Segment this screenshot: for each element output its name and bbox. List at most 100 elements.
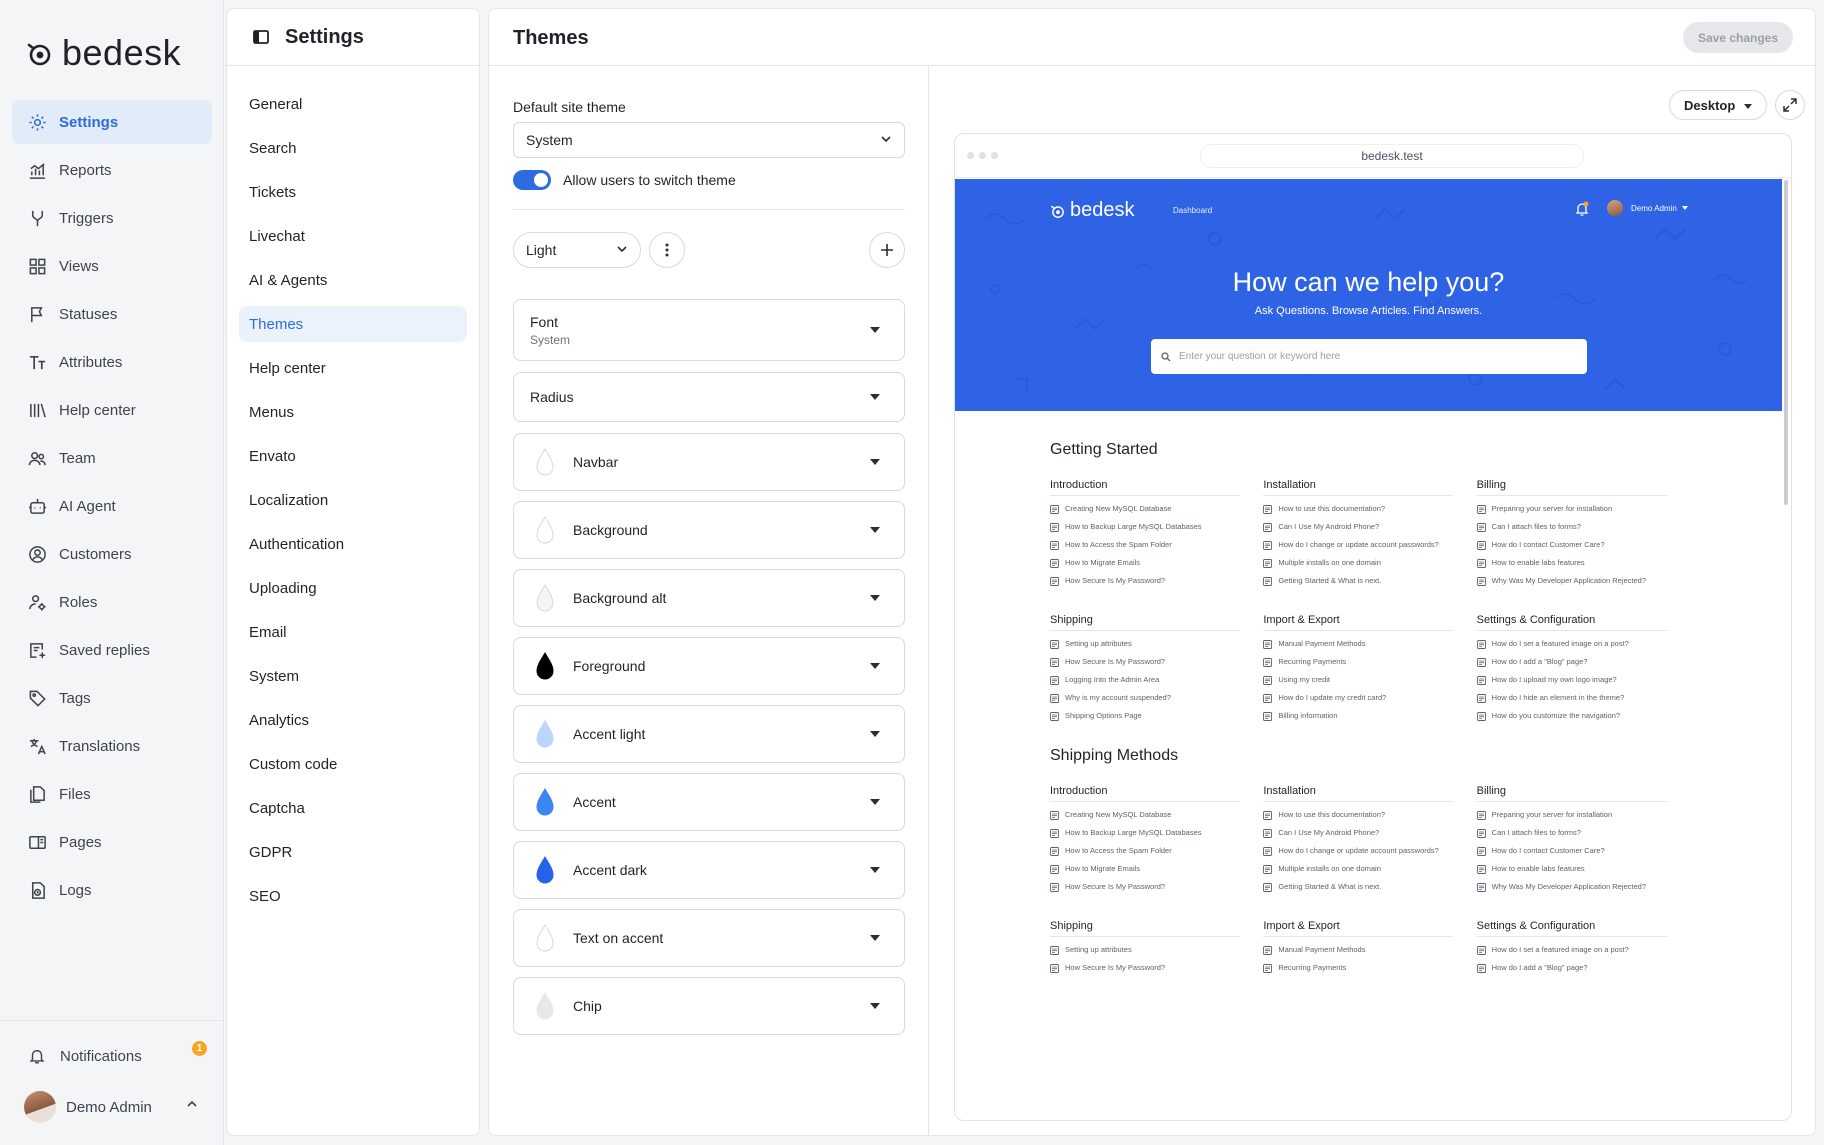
kb-article-link[interactable]: How to Access the Spam Folder bbox=[1050, 846, 1240, 856]
settings-item-authentication[interactable]: Authentication bbox=[239, 526, 467, 562]
settings-item-gdpr[interactable]: GDPR bbox=[239, 834, 467, 870]
nav-item-settings[interactable]: Settings bbox=[12, 100, 212, 144]
kb-article-link[interactable]: Preparing your server for installation bbox=[1476, 504, 1667, 514]
kb-article-link[interactable]: How do I update my credit card? bbox=[1263, 693, 1453, 703]
kb-article-link[interactable]: Multiple installs on one domain bbox=[1263, 558, 1453, 568]
settings-item-analytics[interactable]: Analytics bbox=[239, 702, 467, 738]
kb-article-link[interactable]: Can I Use My Android Phone? bbox=[1263, 828, 1453, 838]
settings-item-uploading[interactable]: Uploading bbox=[239, 570, 467, 606]
font-accordion[interactable]: Font System bbox=[513, 299, 905, 361]
kb-article-link[interactable]: How to enable labs features bbox=[1476, 558, 1667, 568]
kb-article-link[interactable]: How do I contact Customer Care? bbox=[1476, 540, 1667, 550]
kb-article-link[interactable]: Can I attach files to forms? bbox=[1476, 828, 1667, 838]
settings-item-seo[interactable]: SEO bbox=[239, 878, 467, 914]
kb-article-link[interactable]: Why Was My Developer Application Rejecte… bbox=[1476, 576, 1667, 586]
kb-article-link[interactable]: How Secure Is My Password? bbox=[1050, 882, 1240, 892]
save-changes-button[interactable]: Save changes bbox=[1683, 22, 1793, 53]
kb-article-link[interactable]: How do I add a "Blog" page? bbox=[1476, 963, 1667, 973]
kb-article-link[interactable]: Using my credit bbox=[1263, 675, 1453, 685]
kb-article-link[interactable]: Setting up attributes bbox=[1050, 639, 1240, 649]
kb-article-link[interactable]: How to Access the Spam Folder bbox=[1050, 540, 1240, 550]
kb-article-link[interactable]: Shipping Options Page bbox=[1050, 711, 1240, 721]
settings-item-localization[interactable]: Localization bbox=[239, 482, 467, 518]
sidebar-toggle-icon[interactable] bbox=[253, 30, 269, 44]
nav-item-tags[interactable]: Tags bbox=[12, 676, 212, 720]
settings-item-themes[interactable]: Themes bbox=[239, 306, 467, 342]
nav-item-reports[interactable]: Reports bbox=[12, 148, 212, 192]
kb-article-link[interactable]: Getting Started & What is next. bbox=[1263, 882, 1453, 892]
color-accordion-chip[interactable]: Chip bbox=[513, 977, 905, 1035]
kb-article-link[interactable]: How to use this documentation? bbox=[1263, 810, 1453, 820]
nav-item-team[interactable]: Team bbox=[12, 436, 212, 480]
kb-article-link[interactable]: How Secure Is My Password? bbox=[1050, 657, 1240, 667]
kb-article-link[interactable]: Preparing your server for installation bbox=[1476, 810, 1667, 820]
kb-article-link[interactable]: How do I hide an element in the theme? bbox=[1476, 693, 1667, 703]
nav-item-customers[interactable]: Customers bbox=[12, 532, 212, 576]
color-accordion-accent[interactable]: Accent bbox=[513, 773, 905, 831]
kb-article-link[interactable]: How do I contact Customer Care? bbox=[1476, 846, 1667, 856]
theme-options-button[interactable] bbox=[649, 232, 685, 268]
color-accordion-foreground[interactable]: Foreground bbox=[513, 637, 905, 695]
settings-item-tickets[interactable]: Tickets bbox=[239, 174, 467, 210]
settings-item-search[interactable]: Search bbox=[239, 130, 467, 166]
kb-article-link[interactable]: How do I upload my own logo image? bbox=[1476, 675, 1667, 685]
kb-article-link[interactable]: How do I set a featured image on a post? bbox=[1476, 639, 1667, 649]
kb-article-link[interactable]: Creating New MySQL Database bbox=[1050, 810, 1240, 820]
color-accordion-text-on-accent[interactable]: Text on accent bbox=[513, 909, 905, 967]
settings-item-livechat[interactable]: Livechat bbox=[239, 218, 467, 254]
kb-article-link[interactable]: Can I attach files to forms? bbox=[1476, 522, 1667, 532]
kb-article-link[interactable]: Recurring Payments bbox=[1263, 963, 1453, 973]
radius-accordion[interactable]: Radius bbox=[513, 372, 905, 422]
kb-article-link[interactable]: Manual Payment Methods bbox=[1263, 639, 1453, 649]
chevron-up-icon[interactable] bbox=[186, 1100, 198, 1108]
kb-article-link[interactable]: How to Backup Large MySQL Databases bbox=[1050, 522, 1240, 532]
kb-article-link[interactable]: Billing information bbox=[1263, 711, 1453, 721]
default-theme-select[interactable]: System bbox=[513, 122, 905, 158]
settings-item-general[interactable]: General bbox=[239, 86, 467, 122]
notifications-button[interactable]: Notifications bbox=[28, 1047, 142, 1065]
color-accordion-accent-light[interactable]: Accent light bbox=[513, 705, 905, 763]
kb-article-link[interactable]: Setting up attributes bbox=[1050, 945, 1240, 955]
kb-article-link[interactable]: Multiple installs on one domain bbox=[1263, 864, 1453, 874]
fullscreen-button[interactable] bbox=[1775, 90, 1805, 120]
color-accordion-navbar[interactable]: Navbar bbox=[513, 433, 905, 491]
settings-item-ai-agents[interactable]: AI & Agents bbox=[239, 262, 467, 298]
kb-article-link[interactable]: How to use this documentation? bbox=[1263, 504, 1453, 514]
kb-article-link[interactable]: How Secure Is My Password? bbox=[1050, 576, 1240, 586]
kb-article-link[interactable]: Why Was My Developer Application Rejecte… bbox=[1476, 882, 1667, 892]
brand-logo[interactable]: bedesk bbox=[26, 32, 181, 74]
kb-article-link[interactable]: How do I change or update account passwo… bbox=[1263, 540, 1453, 550]
kb-article-link[interactable]: How do I change or update account passwo… bbox=[1263, 846, 1453, 856]
kb-article-link[interactable]: How to Backup Large MySQL Databases bbox=[1050, 828, 1240, 838]
nav-item-pages[interactable]: Pages bbox=[12, 820, 212, 864]
color-accordion-background-alt[interactable]: Background alt bbox=[513, 569, 905, 627]
kb-article-link[interactable]: Logging Into the Admin Area bbox=[1050, 675, 1240, 685]
kb-article-link[interactable]: Creating New MySQL Database bbox=[1050, 504, 1240, 514]
device-select[interactable]: Desktop bbox=[1669, 90, 1767, 120]
nav-item-views[interactable]: Views bbox=[12, 244, 212, 288]
settings-item-custom-code[interactable]: Custom code bbox=[239, 746, 467, 782]
settings-item-system[interactable]: System bbox=[239, 658, 467, 694]
allow-switch-toggle[interactable] bbox=[513, 170, 551, 190]
kb-article-link[interactable]: Why is my account suspended? bbox=[1050, 693, 1240, 703]
settings-item-help-center[interactable]: Help center bbox=[239, 350, 467, 386]
nav-item-translations[interactable]: Translations bbox=[12, 724, 212, 768]
settings-item-envato[interactable]: Envato bbox=[239, 438, 467, 474]
kb-article-link[interactable]: How do you customize the navigation? bbox=[1476, 711, 1667, 721]
add-theme-button[interactable] bbox=[869, 232, 905, 268]
color-accordion-background[interactable]: Background bbox=[513, 501, 905, 559]
settings-item-captcha[interactable]: Captcha bbox=[239, 790, 467, 826]
nav-item-files[interactable]: Files bbox=[12, 772, 212, 816]
kb-article-link[interactable]: Manual Payment Methods bbox=[1263, 945, 1453, 955]
user-menu[interactable]: Demo Admin bbox=[24, 1091, 152, 1123]
kb-article-link[interactable]: How do I set a featured image on a post? bbox=[1476, 945, 1667, 955]
kb-article-link[interactable]: Getting Started & What is next. bbox=[1263, 576, 1453, 586]
nav-item-triggers[interactable]: Triggers bbox=[12, 196, 212, 240]
kb-article-link[interactable]: How to enable labs features bbox=[1476, 864, 1667, 874]
color-accordion-accent-dark[interactable]: Accent dark bbox=[513, 841, 905, 899]
kb-article-link[interactable]: How to Migrate Emails bbox=[1050, 558, 1240, 568]
theme-select[interactable]: Light bbox=[513, 232, 641, 268]
nav-item-logs[interactable]: Logs bbox=[12, 868, 212, 912]
kb-article-link[interactable]: How to Migrate Emails bbox=[1050, 864, 1240, 874]
kb-article-link[interactable]: Can I Use My Android Phone? bbox=[1263, 522, 1453, 532]
